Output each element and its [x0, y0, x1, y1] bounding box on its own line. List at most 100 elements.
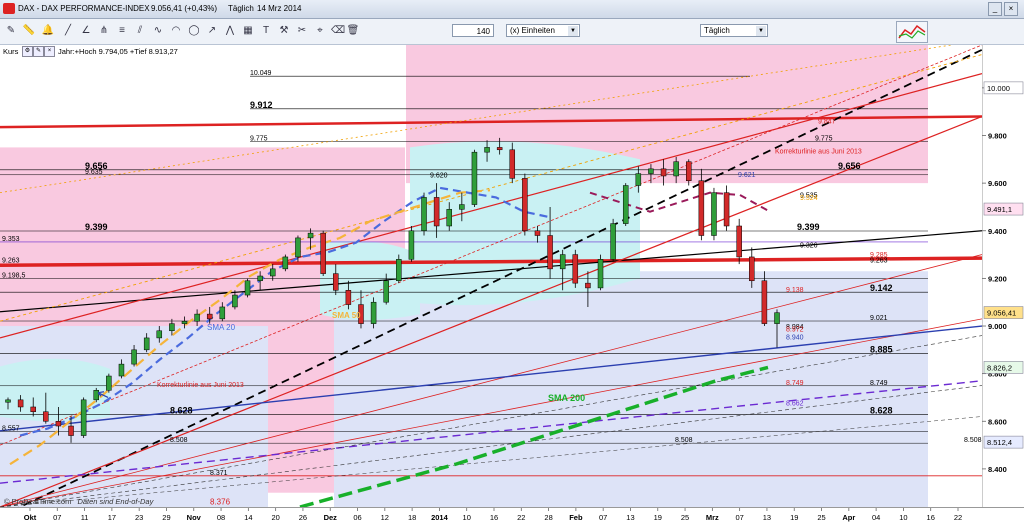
interval-select-label: Täglich: [704, 26, 730, 35]
chart-label: 9.912: [250, 100, 273, 110]
ellipse-icon[interactable]: ◯: [186, 23, 202, 39]
window-date: 14 Mrz 2014: [257, 4, 302, 13]
zigzag-icon[interactable]: ⋀: [222, 23, 238, 39]
text-icon[interactable]: T: [258, 23, 274, 39]
minimize-button[interactable]: _: [988, 2, 1002, 16]
candle-body: [131, 349, 137, 365]
candle-body: [68, 425, 74, 436]
bell-icon[interactable]: 🔔: [40, 23, 56, 39]
pitchfork-icon[interactable]: ⋔: [96, 23, 112, 39]
eraser-icon[interactable]: ⌫: [330, 23, 346, 39]
candle-body: [597, 259, 604, 289]
price-box-label: 8.826,2: [987, 363, 1012, 372]
angle-line-icon[interactable]: ∠: [78, 23, 94, 39]
trash-icon[interactable]: 🗑: [345, 23, 361, 39]
time-tick-label: 20: [271, 513, 279, 522]
period-input[interactable]: 140: [452, 24, 494, 37]
chart-type-icon[interactable]: [896, 21, 928, 43]
price-tick-label: 9.000: [988, 322, 1007, 331]
line-icon[interactable]: ╱: [60, 23, 76, 39]
candle-body: [118, 363, 125, 377]
arc-icon[interactable]: ◠: [168, 23, 184, 39]
time-tick-label: Feb: [569, 513, 583, 522]
close-button[interactable]: ×: [1004, 2, 1018, 16]
footer-credit-text: © ProRealTime.com: [4, 497, 72, 506]
candle-body: [396, 259, 402, 282]
channel-icon[interactable]: ⫽: [132, 23, 148, 39]
time-tick-label: 22: [517, 513, 525, 522]
price-chart[interactable]: 10.049 9.912 9.775 9.656 9.635 9.399 9.353 9.26…: [0, 45, 982, 507]
candle-body: [698, 180, 705, 236]
chart-window: DAX - DAX PERFORMANCE-INDEX 9.056,41 (+0…: [0, 0, 1024, 524]
candle-body: [496, 147, 503, 151]
price-tick-label: 9.800: [988, 131, 1007, 140]
arrow-icon[interactable]: ↗: [204, 23, 220, 39]
time-tick-label: 07: [53, 513, 61, 522]
chevron-down-icon: ▼: [568, 26, 578, 36]
chart-label: Korrekturlinie aus Juni 2013: [775, 149, 862, 156]
window-title: DAX - DAX PERFORMANCE-INDEX: [18, 4, 150, 13]
candle-body: [156, 330, 163, 339]
candle-body: [471, 151, 478, 205]
price-axis[interactable]: 8.4008.6008.8009.0009.2009.4009.6009.800…: [982, 45, 1024, 507]
cyan-zone: [0, 358, 110, 422]
candle-body: [370, 301, 377, 324]
candle-body: [206, 313, 213, 320]
price-tick-label: 9.200: [988, 274, 1007, 283]
candle-body: [610, 223, 616, 260]
chart-label: 9.021: [870, 315, 888, 322]
time-tick-label: 17: [108, 513, 116, 522]
interval-select[interactable]: Täglich ▼: [700, 24, 768, 37]
time-tick-label: 10: [899, 513, 907, 522]
settings-icon[interactable]: ⚙: [22, 46, 33, 57]
chart-label: 9.353: [2, 236, 20, 243]
grid-icon[interactable]: ▦: [240, 23, 256, 39]
candle-body: [559, 254, 566, 270]
candle-body: [232, 294, 238, 308]
candle-body: [307, 232, 314, 239]
chart-label: 9.847: [818, 118, 836, 125]
candle-body: [345, 290, 352, 305]
candle-body: [43, 411, 49, 422]
tool-icon[interactable]: ✂: [294, 23, 310, 39]
time-tick-label: 16: [927, 513, 935, 522]
candle-body: [219, 306, 226, 320]
time-tick-label: 06: [353, 513, 361, 522]
pencil-icon[interactable]: ✎: [3, 23, 19, 39]
time-tick-label: 13: [763, 513, 771, 522]
chart-label: 9.775: [815, 135, 833, 142]
edit-icon[interactable]: ✎: [33, 46, 44, 57]
candle-body: [5, 399, 11, 403]
wave-icon[interactable]: ∿: [150, 23, 166, 39]
ruler-icon[interactable]: 📏: [21, 23, 37, 39]
chart-label: 8.749: [870, 380, 888, 387]
chevron-down-icon: ▼: [756, 26, 766, 36]
chart-label: 9.635: [85, 169, 103, 176]
candle-body: [269, 268, 276, 277]
chart-label: 9.399: [797, 222, 820, 232]
title-bar: DAX - DAX PERFORMANCE-INDEX 9.056,41 (+0…: [0, 0, 1024, 19]
candle-body: [143, 337, 150, 351]
fibonacci-icon[interactable]: ≡: [114, 23, 130, 39]
hammer-icon[interactable]: ⚒: [276, 23, 292, 39]
time-tick-label: 23: [135, 513, 143, 522]
unit-select[interactable]: (x) Einheiten ▼: [506, 24, 580, 37]
candle-body: [635, 173, 642, 186]
candle-body: [547, 235, 553, 270]
time-tick-label: 07: [735, 513, 743, 522]
year-info: Jahr:+Hoch 9.794,05 +Tief 8.913,27: [58, 47, 178, 56]
chart-label: 8.508: [170, 437, 188, 444]
close-icon[interactable]: ×: [44, 46, 55, 57]
time-tick-label: 22: [954, 513, 962, 522]
magnet-icon[interactable]: ⌖: [312, 23, 328, 39]
price-tick-label: 9.600: [988, 179, 1007, 188]
time-axis[interactable]: Okt 07 11 17 23 29 Nov 08 14 20 26 Dez 06 12 18 2014 10 1…: [0, 507, 1024, 524]
time-tick-label: 13: [626, 513, 634, 522]
candle-body: [408, 230, 415, 260]
price-tick-label: 9.400: [988, 227, 1007, 236]
time-tick-label: 07: [599, 513, 607, 522]
chart-label: 9.524: [800, 195, 818, 202]
time-tick-label: 18: [408, 513, 416, 522]
chart-label: 9.620: [430, 172, 448, 179]
time-tick-label: 29: [162, 513, 170, 522]
